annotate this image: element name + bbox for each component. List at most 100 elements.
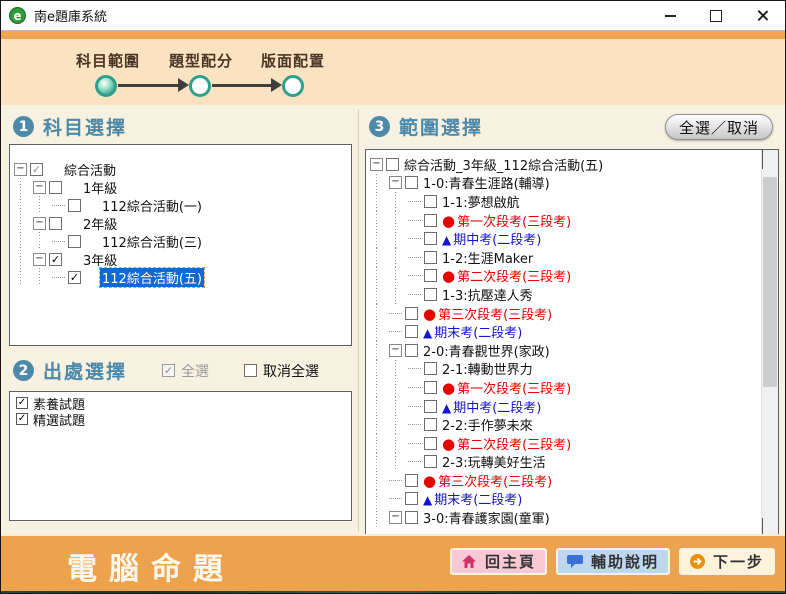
tree-label[interactable]: 112綜合活動(一) <box>100 196 204 215</box>
scroll-up-button[interactable] <box>762 150 778 167</box>
tree-label[interactable]: ●第一次段考(三段考) <box>440 378 573 397</box>
select-all-label[interactable]: 全選 <box>181 361 209 381</box>
tree-checkbox[interactable] <box>424 214 437 227</box>
help-button[interactable]: 輔助說明 <box>556 548 670 575</box>
tree-indent-line <box>389 360 408 379</box>
tree-checkbox[interactable] <box>405 474 418 487</box>
tree-label[interactable]: 2年級 <box>81 214 119 233</box>
tree-expander-icon[interactable] <box>370 158 383 171</box>
tree-checkbox[interactable] <box>68 235 81 248</box>
step-label-layout[interactable]: 版面配置 <box>228 50 358 71</box>
tree-label[interactable]: 2-1:轉動世界力 <box>440 359 535 378</box>
home-icon <box>461 555 477 569</box>
tree-checkbox[interactable] <box>424 362 437 375</box>
scrollbar[interactable] <box>761 150 778 536</box>
tree-checkbox[interactable] <box>424 418 437 431</box>
tree-label[interactable]: 3年級 <box>81 250 119 269</box>
deselect-all-checkbox-group[interactable]: 取消全選 <box>244 361 319 381</box>
deselect-all-label[interactable]: 取消全選 <box>263 361 319 381</box>
tree-expander-icon[interactable] <box>33 217 46 230</box>
tree-label[interactable]: ▲期末考(二段考) <box>421 322 524 341</box>
tree-checkbox[interactable] <box>405 307 418 320</box>
tree-label[interactable]: 1-0:青春生涯路(輔導) <box>421 173 552 192</box>
tree-checkbox[interactable] <box>68 199 81 212</box>
scrollbar-thumb[interactable] <box>763 177 777 387</box>
tree-expander-icon[interactable] <box>14 163 27 176</box>
tree-checkbox[interactable] <box>424 381 437 394</box>
close-button[interactable] <box>739 1 785 30</box>
select-all-toggle-button[interactable]: 全選／取消 <box>665 114 773 140</box>
tree-label[interactable]: ●第三次段考(三段考) <box>421 304 554 323</box>
tree-label[interactable]: 綜合活動 <box>62 160 118 179</box>
tree-checkbox[interactable] <box>49 181 62 194</box>
source-checkbox[interactable]: ✓ <box>16 397 28 409</box>
minimize-button[interactable] <box>647 1 693 30</box>
source-label[interactable]: 精選試題 <box>33 410 85 429</box>
source-list-item: ✓ 精選試題 <box>14 411 347 427</box>
tree-indent-line <box>33 268 52 286</box>
tree-checkbox[interactable] <box>386 158 399 171</box>
exam-dot-icon: ● <box>442 435 455 453</box>
tree-label[interactable]: 1-3:抗壓達人秀 <box>440 285 535 304</box>
tree-label[interactable]: ●第三次段考(三段考) <box>421 471 554 490</box>
tree-label[interactable]: ▲期中考(二段考) <box>440 229 543 248</box>
tree-checkbox[interactable] <box>405 511 418 524</box>
next-button[interactable]: 下一步 <box>679 548 775 575</box>
tree-label[interactable]: 1-1:夢想啟航 <box>440 192 522 211</box>
minimize-icon <box>665 15 676 17</box>
tree-checkbox[interactable] <box>405 344 418 357</box>
tree-expander-icon[interactable] <box>389 511 402 524</box>
tree-expander-icon[interactable] <box>33 253 46 266</box>
home-button[interactable]: 回主頁 <box>450 548 547 575</box>
tree-label[interactable]: 2-3:玩轉美好生活 <box>440 452 548 471</box>
tree-label[interactable]: ●第二次段考(三段考) <box>440 434 573 453</box>
select-all-checkbox[interactable]: ✓ <box>162 364 175 377</box>
tree-label[interactable]: 3-0:青春護家園(童軍) <box>421 508 552 527</box>
tree-expander-icon[interactable] <box>389 176 402 189</box>
tree-checkbox[interactable] <box>405 325 418 338</box>
brand-title: 電腦命題 <box>67 544 235 588</box>
tree-expander-icon[interactable] <box>33 181 46 194</box>
tree-checkbox[interactable] <box>424 455 437 468</box>
tree-checkbox[interactable] <box>424 251 437 264</box>
tree-indent-line <box>370 397 389 416</box>
tree-row: ▲期中考(二段考) <box>370 229 757 248</box>
tree-label[interactable]: 112綜合活動(三) <box>100 232 204 251</box>
tree-checkbox[interactable] <box>49 217 62 230</box>
window-controls <box>647 1 785 30</box>
tree-label[interactable]: ●第二次段考(三段考) <box>440 266 573 285</box>
maximize-button[interactable] <box>693 1 739 30</box>
app-icon: e <box>9 7 26 24</box>
tree-indent-line <box>370 285 389 304</box>
tree-checkbox[interactable] <box>424 437 437 450</box>
tree-checkbox[interactable] <box>424 232 437 245</box>
tree-checkbox[interactable] <box>405 492 418 505</box>
step-circle-3[interactable] <box>282 75 304 97</box>
tree-checkbox[interactable]: ✓ <box>68 271 81 284</box>
deselect-all-checkbox[interactable] <box>244 364 257 377</box>
tree-indent-line <box>370 360 389 379</box>
tree-checkbox[interactable] <box>424 195 437 208</box>
tree-checkbox[interactable]: ✓ <box>30 163 43 176</box>
tree-checkbox[interactable]: ✓ <box>49 253 62 266</box>
source-checkbox[interactable]: ✓ <box>16 413 28 425</box>
main-content: 1 科目選擇 ✓綜合活動1年級112綜合活動(一)2年級112綜合活動(三)✓3… <box>1 105 785 534</box>
step-circle-2[interactable] <box>189 75 211 97</box>
tree-label[interactable]: ●第一次段考(三段考) <box>440 211 573 230</box>
tree-label[interactable]: 綜合活動_3年級_112綜合活動(五) <box>402 155 605 174</box>
tree-checkbox[interactable] <box>424 269 437 282</box>
step-circle-1[interactable] <box>95 75 117 97</box>
tree-label[interactable]: 112綜合活動(五) <box>100 268 204 287</box>
tree-label[interactable]: ▲期中考(二段考) <box>440 397 543 416</box>
tree-checkbox[interactable] <box>424 288 437 301</box>
tree-label[interactable]: 2-2:手作夢未來 <box>440 415 535 434</box>
tree-label[interactable]: ▲期末考(二段考) <box>421 489 524 508</box>
select-all-checkbox-group[interactable]: ✓ 全選 <box>162 361 209 381</box>
tree-checkbox[interactable] <box>424 400 437 413</box>
tree-row: ●第三次段考(三段考) <box>370 304 757 323</box>
tree-checkbox[interactable] <box>405 176 418 189</box>
tree-label[interactable]: 1-2:生涯Maker <box>440 248 535 267</box>
tree-label[interactable]: 1年級 <box>81 178 119 197</box>
tree-expander-icon[interactable] <box>389 344 402 357</box>
tree-label[interactable]: 2-0:青春觀世界(家政) <box>421 341 552 360</box>
